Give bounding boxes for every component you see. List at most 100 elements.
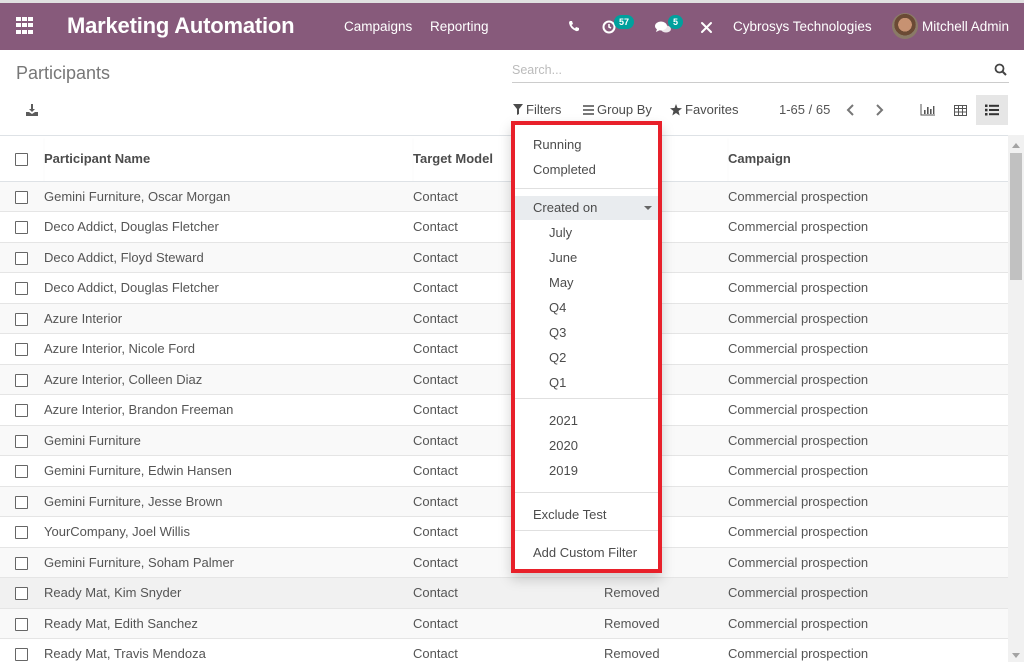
- pivot-view-button[interactable]: [944, 95, 976, 125]
- pager-next-icon[interactable]: [874, 104, 884, 116]
- row-checkbox-cell[interactable]: [0, 638, 44, 662]
- row-checkbox-cell[interactable]: [0, 242, 44, 273]
- favorites-button[interactable]: Favorites: [670, 102, 738, 117]
- filter-created-on[interactable]: Created on: [515, 196, 658, 220]
- company-switcher[interactable]: Cybrosys Technologies: [733, 19, 872, 34]
- table-row[interactable]: Deco Addict, Douglas Fletcher Contact Comm…: [0, 272, 1008, 304]
- table-row[interactable]: Gemini Furniture Contact Commercial prospe…: [0, 425, 1008, 456]
- table-row[interactable]: Deco Addict, Douglas Fletcher Contact Comm…: [0, 211, 1008, 243]
- row-checkbox[interactable]: [15, 190, 28, 204]
- row-checkbox[interactable]: [15, 556, 28, 570]
- row-checkbox-cell[interactable]: [0, 547, 44, 578]
- column-participant-name[interactable]: Participant Name: [44, 136, 413, 182]
- cell-participant-name: Gemini Furniture: [44, 425, 413, 456]
- tools-icon[interactable]: [700, 21, 713, 34]
- apps-grid-icon[interactable]: [16, 17, 34, 35]
- row-checkbox[interactable]: [15, 251, 28, 265]
- row-checkbox[interactable]: [15, 648, 28, 662]
- scroll-down-arrow[interactable]: [1012, 653, 1020, 658]
- user-avatar[interactable]: [892, 13, 918, 39]
- table-row[interactable]: Ready Mat, Edith Sanchez Contact Removed Co…: [0, 608, 1008, 639]
- divider: [515, 398, 658, 399]
- list-icon: [985, 104, 999, 116]
- row-checkbox[interactable]: [15, 434, 28, 448]
- table-row[interactable]: Gemini Furniture, Jesse Brown Contact Comm…: [0, 486, 1008, 517]
- cell-participant-name: Deco Addict, Douglas Fletcher: [44, 272, 413, 304]
- row-checkbox-cell[interactable]: [0, 425, 44, 456]
- user-menu[interactable]: Mitchell Admin: [922, 19, 1009, 34]
- filter-quarter-q1[interactable]: Q1: [515, 371, 658, 395]
- cell-participant-name: YourCompany, Joel Willis: [44, 516, 413, 548]
- row-checkbox[interactable]: [15, 617, 28, 631]
- group-by-button[interactable]: Group By: [583, 102, 652, 117]
- row-checkbox-cell[interactable]: [0, 394, 44, 426]
- cell-campaign: Commercial prospection: [728, 394, 1008, 426]
- filter-month-june[interactable]: June: [515, 246, 658, 270]
- filter-running[interactable]: Running: [515, 133, 658, 157]
- column-campaign[interactable]: Campaign: [728, 136, 1008, 182]
- menu-reporting[interactable]: Reporting: [430, 19, 489, 34]
- table-row[interactable]: Deco Addict, Floyd Steward Contact Commerc…: [0, 242, 1008, 273]
- row-checkbox[interactable]: [15, 373, 28, 387]
- row-checkbox[interactable]: [15, 343, 28, 357]
- list-view-button[interactable]: [976, 95, 1008, 125]
- row-checkbox[interactable]: [15, 495, 28, 509]
- menu-campaigns[interactable]: Campaigns: [344, 19, 412, 34]
- filter-year-2021[interactable]: 2021: [515, 409, 658, 433]
- star-icon: [670, 103, 682, 115]
- add-custom-filter[interactable]: Add Custom Filter: [515, 541, 658, 565]
- row-checkbox-cell[interactable]: [0, 486, 44, 517]
- row-checkbox-cell[interactable]: [0, 577, 44, 609]
- table-row[interactable]: Azure Interior, Nicole Ford Contact Commer…: [0, 333, 1008, 365]
- filter-quarter-q2[interactable]: Q2: [515, 346, 658, 370]
- row-checkbox[interactable]: [15, 282, 28, 296]
- row-checkbox-cell[interactable]: [0, 211, 44, 243]
- search-icon[interactable]: [994, 63, 1007, 76]
- row-checkbox[interactable]: [15, 312, 28, 326]
- scroll-up-arrow[interactable]: [1012, 143, 1020, 148]
- search-input[interactable]: [512, 59, 972, 81]
- row-checkbox-cell[interactable]: [0, 516, 44, 548]
- row-checkbox-cell[interactable]: [0, 455, 44, 487]
- filter-year-2020[interactable]: 2020: [515, 434, 658, 458]
- cell-participant-name: Gemini Furniture, Soham Palmer: [44, 547, 413, 578]
- filter-completed[interactable]: Completed: [515, 158, 658, 182]
- row-checkbox-cell[interactable]: [0, 333, 44, 365]
- scrollbar-thumb[interactable]: [1010, 153, 1022, 280]
- row-checkbox-cell[interactable]: [0, 272, 44, 304]
- table-row[interactable]: Ready Mat, Travis Mendoza Contact Removed C…: [0, 638, 1008, 662]
- table-row[interactable]: YourCompany, Joel Willis Contact Commercia…: [0, 516, 1008, 548]
- row-checkbox-cell[interactable]: [0, 303, 44, 334]
- row-checkbox-cell[interactable]: [0, 364, 44, 395]
- filters-button[interactable]: Filters: [513, 102, 561, 117]
- select-all-checkbox[interactable]: [15, 152, 28, 166]
- filter-year-2019[interactable]: 2019: [515, 459, 658, 483]
- row-checkbox[interactable]: [15, 587, 28, 601]
- filter-month-july[interactable]: July: [515, 221, 658, 245]
- table-row[interactable]: Gemini Furniture, Oscar Morgan Contact Com…: [0, 181, 1008, 212]
- app-title[interactable]: Marketing Automation: [67, 13, 295, 39]
- row-checkbox[interactable]: [15, 526, 28, 540]
- filter-exclude-test[interactable]: Exclude Test: [515, 503, 658, 527]
- filter-quarter-q4[interactable]: Q4: [515, 296, 658, 320]
- pager-previous-icon[interactable]: [846, 104, 856, 116]
- row-checkbox[interactable]: [15, 221, 28, 235]
- table-row[interactable]: Azure Interior Contact Commercial prospect…: [0, 303, 1008, 334]
- table-row[interactable]: Azure Interior, Colleen Diaz Contact Comme…: [0, 364, 1008, 395]
- row-checkbox[interactable]: [15, 465, 28, 479]
- table-row[interactable]: Gemini Furniture, Edwin Hansen Contact Com…: [0, 455, 1008, 487]
- download-icon[interactable]: [25, 103, 39, 117]
- table-row[interactable]: Gemini Furniture, Soham Palmer Contact Com…: [0, 547, 1008, 578]
- group-by-icon: [583, 104, 594, 115]
- table-row[interactable]: Azure Interior, Brandon Freeman Contact Co…: [0, 394, 1008, 426]
- row-checkbox-cell[interactable]: [0, 608, 44, 639]
- filter-month-may[interactable]: May: [515, 271, 658, 295]
- vertical-scrollbar[interactable]: [1008, 135, 1024, 662]
- graph-view-button[interactable]: [911, 95, 943, 125]
- phone-icon[interactable]: [568, 20, 580, 32]
- pager-value[interactable]: 1-65 / 65: [779, 102, 830, 117]
- row-checkbox-cell[interactable]: [0, 181, 44, 212]
- row-checkbox[interactable]: [15, 404, 28, 418]
- filter-quarter-q3[interactable]: Q3: [515, 321, 658, 345]
- table-row[interactable]: Ready Mat, Kim Snyder Contact Removed Comme…: [0, 577, 1008, 609]
